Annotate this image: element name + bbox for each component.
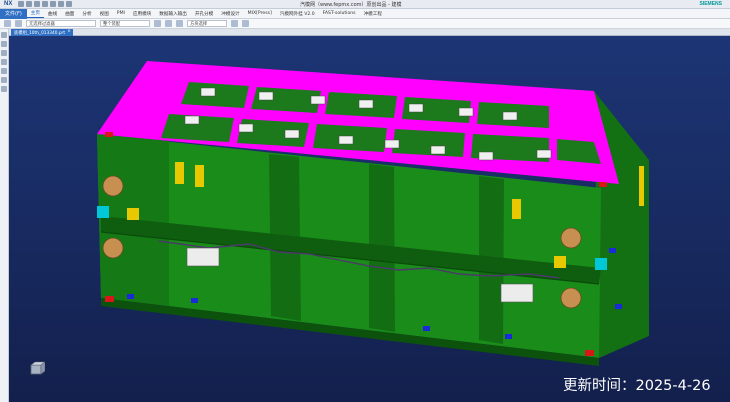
menu-icon[interactable] [4,20,11,27]
graphics-window[interactable]: 更新时间：2025-4-26 [9,36,730,402]
menu-applications[interactable]: 应用模块 [129,10,155,18]
update-timestamp: 更新时间：2025-4-26 [563,378,711,394]
file-menu[interactable]: 文件(F) [0,8,27,19]
snap-icon[interactable] [165,20,172,27]
menu-plugin[interactable]: 汽模网外挂 V2.0 [276,10,319,18]
document-tab[interactable]: 底模组_10th_013340.prt × [11,29,74,36]
document-tab-label: 底模组_10th_013340.prt [14,30,66,36]
title-bar: NX 汽模网（www.fepmx.com）原创出品 - 建模 SIEMENS [0,0,730,9]
cut-icon[interactable] [42,1,49,7]
constraint-navigator-icon[interactable] [1,50,7,56]
selection-toolbar: 无选择过滤器 整个装配 方块选择 [0,19,730,29]
document-tab-row: 底模组_10th_013340.prt × [9,29,730,36]
part-navigator-icon[interactable] [1,32,7,38]
select-icon[interactable] [154,20,161,27]
menu-die-engineering[interactable]: 冲模工程 [360,10,386,18]
quick-access-toolbar [18,1,73,7]
menu-surface[interactable]: 曲面 [61,10,78,18]
menu-home[interactable]: 主页 [26,9,44,18]
command-finder-icon[interactable] [15,20,22,27]
menu-curve[interactable]: 曲线 [44,10,61,18]
menu-view[interactable]: 视图 [96,10,113,18]
close-icon[interactable]: × [67,29,71,34]
menu-pmi[interactable]: PMI [113,10,129,17]
redo-icon[interactable] [34,1,41,7]
window-icon[interactable] [66,1,73,7]
history-icon[interactable] [1,68,7,74]
type-filter-select[interactable]: 无选择过滤器 [26,20,96,27]
menu-bar: 文件(F) 主页 曲线 曲面 分析 视图 PMI 应用模块 数据输入输出 开孔分… [0,8,730,19]
point-icon[interactable] [176,20,183,27]
resource-bar [0,29,9,402]
menu-split[interactable]: 开孔分模 [191,10,217,18]
undo-icon[interactable] [26,1,33,7]
view-triad-icon[interactable] [29,361,45,377]
menu-analysis[interactable]: 分析 [78,10,95,18]
brand-logo: SIEMENS [699,1,722,7]
menu-fast-solutions[interactable]: FAST-solutions [319,10,360,17]
menu-die-design[interactable]: 冲模设计 [217,10,243,18]
assembly-navigator-icon[interactable] [1,41,7,47]
roles-icon[interactable] [1,86,7,92]
window-title: 汽模网（www.fepmx.com）原创出品 - 建模 [300,2,402,8]
save-icon[interactable] [18,1,25,7]
assembly-scope-select[interactable]: 整个装配 [100,20,150,27]
view-icon[interactable] [231,20,238,27]
menu-data-io[interactable]: 数据输入输出 [155,10,191,18]
snap-mode-select[interactable]: 方块选择 [187,20,227,27]
web-browser-icon[interactable] [1,77,7,83]
menu-mix-press[interactable]: MIX[Press] [244,10,276,17]
die-assembly-model [97,61,649,366]
reuse-library-icon[interactable] [1,59,7,65]
app-logo: NX [4,1,13,7]
paste-icon[interactable] [58,1,65,7]
copy-icon[interactable] [50,1,57,7]
render-icon[interactable] [242,20,249,27]
